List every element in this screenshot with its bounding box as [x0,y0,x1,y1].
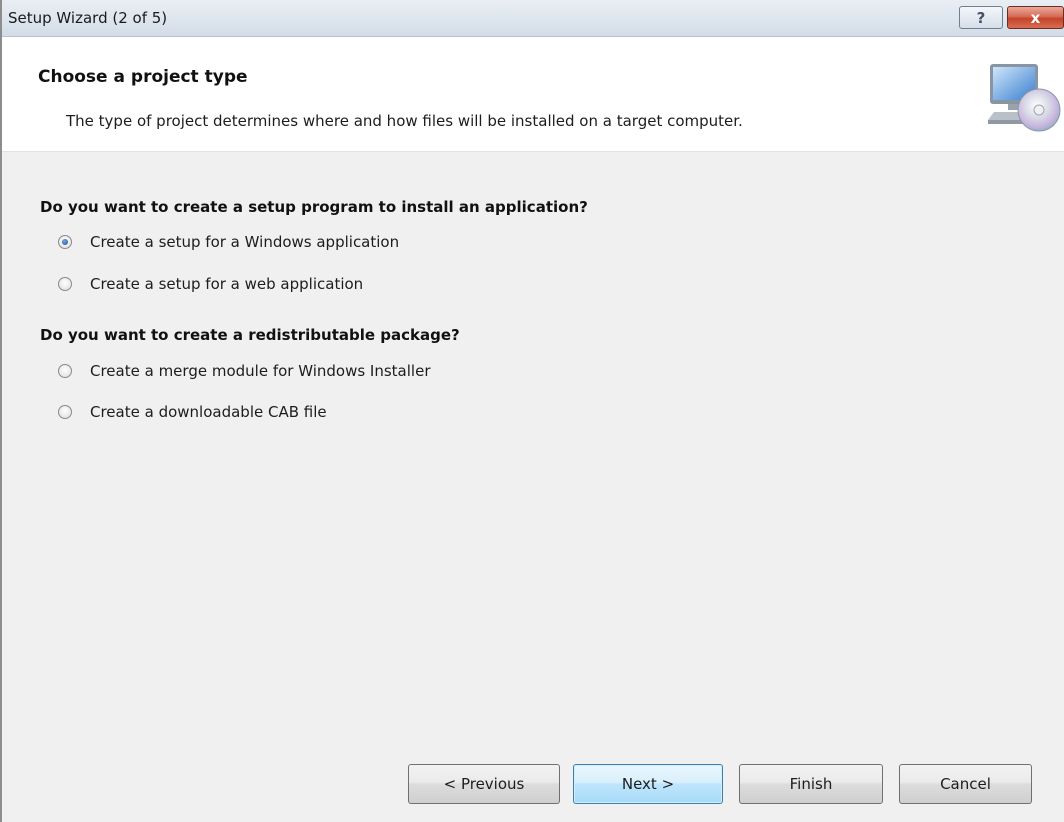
radio-label[interactable]: Create a downloadable CAB file [90,403,327,421]
window-title: Setup Wizard (2 of 5) [8,9,168,27]
radio-label[interactable]: Create a setup for a web application [90,275,363,293]
radio-button[interactable] [58,277,72,291]
help-button[interactable]: ? [959,6,1003,29]
next-button[interactable]: Next > [573,764,723,804]
radio-option-windows-application[interactable]: Create a setup for a Windows application [58,231,399,253]
computer-disc-icon [988,64,1061,132]
title-bar: Setup Wizard (2 of 5) ? x [2,0,1064,37]
radio-label[interactable]: Create a setup for a Windows application [90,233,399,251]
radio-button[interactable] [58,364,72,378]
question-install-application: Do you want to create a setup program to… [40,198,588,216]
radio-button[interactable] [58,235,72,249]
radio-option-cab-file[interactable]: Create a downloadable CAB file [58,401,327,423]
question-redistributable-package: Do you want to create a redistributable … [40,326,460,344]
page-description: The type of project determines where and… [66,112,743,130]
radio-option-web-application[interactable]: Create a setup for a web application [58,273,363,295]
close-button[interactable]: x [1007,6,1064,29]
setup-wizard-window: Setup Wizard (2 of 5) ? x Choose a proje… [0,0,1064,822]
cancel-button[interactable]: Cancel [899,764,1032,804]
wizard-header: Choose a project type The type of projec… [2,37,1064,152]
radio-button[interactable] [58,405,72,419]
finish-button[interactable]: Finish [739,764,883,804]
previous-button[interactable]: < Previous [408,764,560,804]
wizard-content: Do you want to create a setup program to… [2,152,1064,732]
radio-label[interactable]: Create a merge module for Windows Instal… [90,362,430,380]
radio-option-merge-module[interactable]: Create a merge module for Windows Instal… [58,360,430,382]
page-title: Choose a project type [38,67,248,87]
